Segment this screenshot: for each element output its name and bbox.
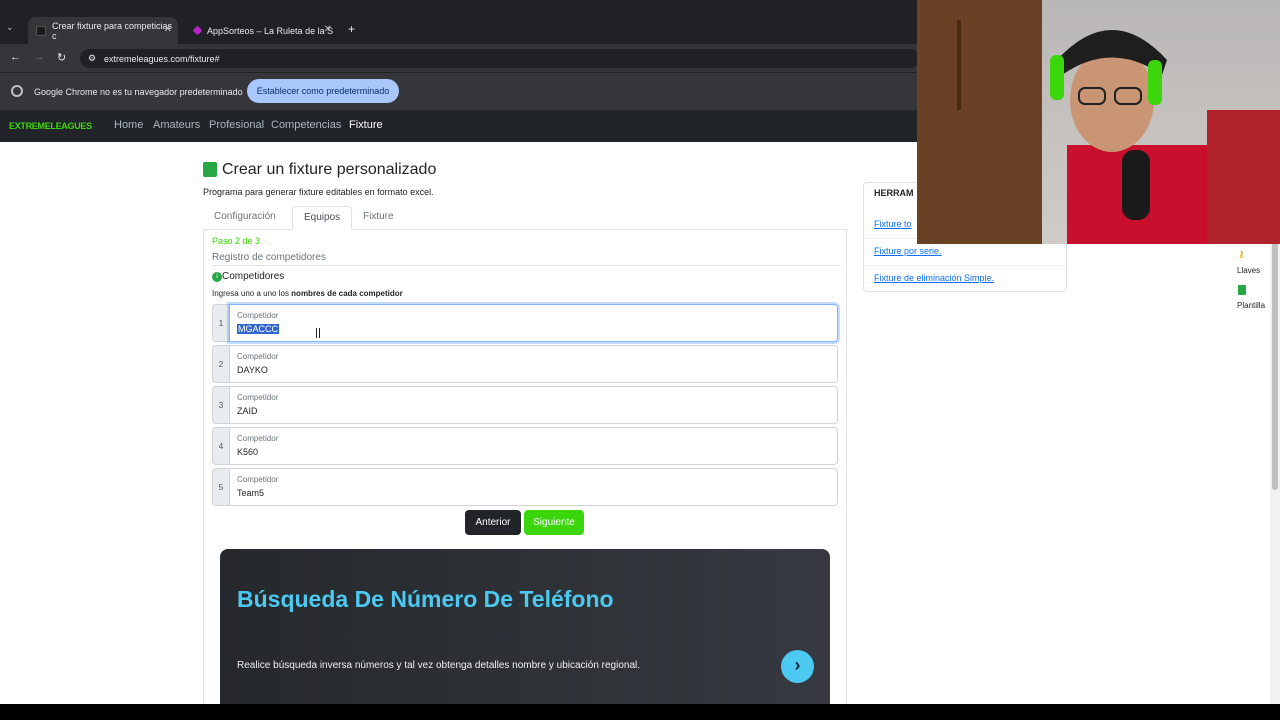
taskbar <box>0 704 1280 720</box>
competitor-number: 2 <box>212 345 229 383</box>
nav-fixture[interactable]: Fixture <box>349 119 383 131</box>
webcam-overlay <box>917 0 1280 244</box>
address-bar[interactable]: extremeleagues.com/fixture# <box>80 49 920 68</box>
tab-title: AppSorteos – La Ruleta de la S <box>207 25 334 36</box>
new-tab-icon[interactable]: + <box>348 22 355 36</box>
competitor-field[interactable]: Competidor MGACCC <box>229 304 838 342</box>
hint-bold: nombres de cada competidor <box>291 289 403 298</box>
tab-fixture-step[interactable]: Fixture <box>352 206 405 230</box>
tab-title: Crear fixture para competicias c <box>52 20 173 41</box>
site-info-icon[interactable]: ⚙ <box>88 53 96 64</box>
text-cursor-icon <box>316 328 320 338</box>
competitor-field[interactable]: Competidor ZAID <box>229 386 838 424</box>
page-title: Crear un fixture personalizado <box>222 161 437 178</box>
tools-title: HERRAM <box>874 188 914 198</box>
competitor-field[interactable]: Competidor DAYKO <box>229 345 838 383</box>
infobar-text: Google Chrome no es tu navegador predete… <box>34 87 243 97</box>
tab-appsorteos[interactable]: AppSorteos – La Ruleta de la S ✕ <box>186 17 338 44</box>
ad-arrow-icon[interactable]: › <box>781 650 814 683</box>
nav-profesional[interactable]: Profesional <box>209 119 264 131</box>
field-value[interactable]: MGACCC <box>237 324 279 334</box>
previous-button[interactable]: Anterior <box>465 510 521 535</box>
info-icon: i <box>212 272 222 282</box>
tab-configuracion[interactable]: Configuración <box>203 206 287 230</box>
section-title: Registro de competidores <box>212 252 839 266</box>
field-value[interactable]: ZAID <box>237 406 258 416</box>
tab-search-icon[interactable]: ⌄ <box>6 22 20 36</box>
competitor-number: 3 <box>212 386 229 424</box>
field-label: Competidor <box>237 475 279 484</box>
field-label: Competidor <box>237 393 279 402</box>
calendar-icon <box>203 162 217 177</box>
side-llaves[interactable]: Llaves <box>1237 266 1260 275</box>
instructions: Ingresa uno a uno los nombres de cada co… <box>212 289 403 298</box>
nav-competencias[interactable]: Competencias <box>271 119 341 131</box>
competitors-heading: Competidores <box>222 271 285 282</box>
reload-icon[interactable]: ↻ <box>57 51 66 64</box>
nav-amateurs[interactable]: Amateurs <box>153 119 200 131</box>
divider <box>864 265 1066 266</box>
back-icon[interactable]: ← <box>10 51 21 63</box>
close-tab-icon[interactable]: ✕ <box>164 24 172 35</box>
field-label: Competidor <box>237 311 279 320</box>
tool-link[interactable]: Fixture to <box>874 219 912 229</box>
site-favicon-icon <box>36 25 46 36</box>
field-value[interactable]: Team5 <box>237 488 264 498</box>
field-value[interactable]: DAYKO <box>237 365 268 375</box>
page-subtitle: Programa para generar fixture editables … <box>203 187 434 197</box>
tab-equipos[interactable]: Equipos <box>292 206 353 230</box>
ad-banner[interactable] <box>220 549 830 709</box>
ad-title[interactable]: Búsqueda De Número De Teléfono <box>237 586 614 613</box>
competitor-number: 5 <box>212 468 229 506</box>
tab-fixture[interactable]: Crear fixture para competicias c ✕ <box>28 17 178 44</box>
competitor-number: 4 <box>212 427 229 465</box>
field-label: Competidor <box>237 434 279 443</box>
hint-text: Ingresa uno a uno los <box>212 289 292 298</box>
next-button[interactable]: Siguiente <box>524 510 584 535</box>
webcam-person <box>917 0 1280 244</box>
forward-icon[interactable]: → <box>34 51 45 63</box>
sheet-icon <box>1238 285 1246 295</box>
step-indicator: Paso 2 de 3 <box>212 236 261 246</box>
chrome-icon <box>11 85 23 97</box>
field-label: Competidor <box>237 352 279 361</box>
close-tab-icon[interactable]: ✕ <box>324 24 332 35</box>
nav-home[interactable]: Home <box>114 119 143 131</box>
tool-link[interactable]: Fixture por serie. <box>874 246 942 256</box>
field-value[interactable]: K560 <box>237 447 258 457</box>
competitor-field[interactable]: Competidor Team5 <box>229 468 838 506</box>
appsorteos-favicon-icon <box>192 25 203 36</box>
competitor-number: 1 <box>212 304 229 342</box>
ad-text: Realice búsqueda inversa números y tal v… <box>237 660 641 671</box>
set-default-button[interactable]: Establecer como predeterminado <box>247 79 399 103</box>
tool-link[interactable]: Fixture de eliminación Simple. <box>874 273 994 283</box>
site-logo[interactable]: EXTREMELEAGUES <box>9 121 92 131</box>
side-plantilla[interactable]: Plantilla <box>1237 301 1265 310</box>
key-icon: ⚷ <box>1238 249 1245 259</box>
competitor-field[interactable]: Competidor K560 <box>229 427 838 465</box>
